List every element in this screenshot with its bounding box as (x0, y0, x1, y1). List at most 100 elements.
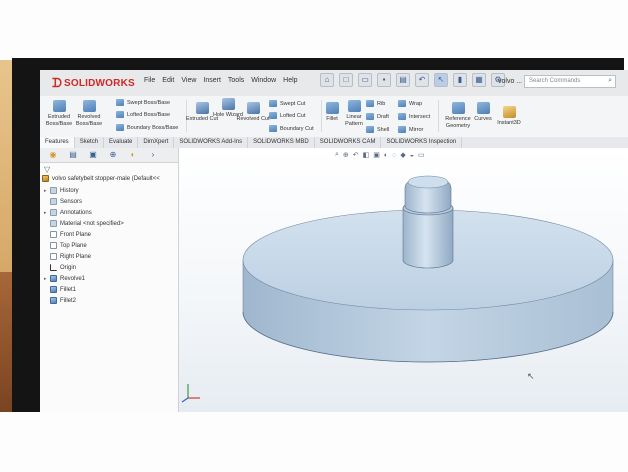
shell-button[interactable]: Shell (366, 126, 389, 133)
tab-inspection[interactable]: SOLIDWORKS Inspection (381, 137, 463, 148)
search-commands-box[interactable]: Search Commands ⌕ (524, 75, 616, 88)
revolved-boss-button[interactable]: Revolved Boss/Base (72, 100, 106, 127)
print-icon[interactable]: ▤ (396, 73, 410, 87)
instant3d-button[interactable]: Instant3D (492, 106, 526, 127)
revolve-icon (50, 275, 57, 282)
lofted-boss-icon (116, 111, 124, 118)
tree-item-material[interactable]: Material <not specified> (44, 220, 124, 227)
lofted-boss-button[interactable]: Lofted Boss/Base (116, 111, 170, 118)
mirror-icon (398, 126, 406, 133)
tree-item-right-plane[interactable]: Right Plane (44, 253, 91, 260)
filter-icon[interactable]: ▽ (44, 165, 50, 174)
tab-cam[interactable]: SOLIDWORKS CAM (315, 137, 382, 148)
extruded-boss-button[interactable]: Extruded Boss/Base (42, 100, 76, 127)
file-properties-icon[interactable]: ▦ (472, 73, 486, 87)
reference-geometry-icon (451, 102, 465, 114)
panel-more-icon[interactable]: › (146, 150, 160, 160)
tree-item-revolve1[interactable]: ▸ Revolve1 (44, 275, 85, 282)
tab-evaluate[interactable]: Evaluate (104, 137, 139, 148)
dimxpert-manager-tab-icon[interactable]: ⊕ (106, 150, 120, 160)
history-icon (50, 187, 57, 194)
draft-icon (366, 113, 374, 120)
tab-features[interactable]: Features (40, 137, 75, 148)
wall-background-bottom (0, 412, 628, 472)
quick-access-toolbar: ⌂ □ ▭ ▪ ▤ ↶ ↖ ▮ ▦ ⚙ (320, 73, 510, 87)
instant3d-icon (502, 106, 516, 118)
coordinate-triad-icon (181, 384, 200, 403)
display-manager-tab-icon[interactable]: ◐ (126, 150, 140, 160)
title-bar: ᗪ SOLIDWORKS File Edit View Insert Tools… (40, 70, 628, 97)
tab-addins[interactable]: SOLIDWORKS Add-Ins (174, 137, 249, 148)
menu-window[interactable]: Window (251, 77, 276, 84)
material-icon (50, 220, 57, 227)
select-pointer-icon[interactable]: ↖ (434, 73, 448, 87)
part-model[interactable] (179, 148, 628, 412)
home-icon[interactable]: ⌂ (320, 73, 334, 87)
plane-icon (50, 242, 57, 249)
fillet-icon (50, 297, 57, 304)
curves-icon (476, 102, 490, 114)
undo-icon[interactable]: ↶ (415, 73, 429, 87)
menu-file[interactable]: File (144, 77, 155, 84)
intersect-button[interactable]: Intersect (398, 113, 430, 120)
graphics-area[interactable]: ⌕ ⊕ ↶ ◧ ▣ ◐ ◌ ◆ ◒ ▭ (179, 148, 628, 412)
wrap-button[interactable]: Wrap (398, 100, 422, 107)
tab-mbd[interactable]: SOLIDWORKS MBD (248, 137, 315, 148)
revolved-cut-icon (246, 102, 260, 114)
boundary-boss-icon (116, 124, 124, 131)
tab-sketch[interactable]: Sketch (75, 137, 105, 148)
linear-pattern-icon (347, 100, 361, 112)
search-placeholder: Search Commands (529, 78, 581, 84)
tree-item-history[interactable]: ▸ History (44, 187, 79, 194)
draft-button[interactable]: Draft (366, 113, 389, 120)
menu-help[interactable]: Help (283, 77, 297, 84)
sensors-icon (50, 198, 57, 205)
part-document-icon (42, 175, 49, 182)
menu-edit[interactable]: Edit (162, 77, 174, 84)
tree-item-sensors[interactable]: Sensors (44, 198, 82, 205)
boundary-cut-button[interactable]: Boundary Cut (269, 125, 314, 132)
tree-item-front-plane[interactable]: Front Plane (44, 231, 91, 238)
solidworks-logo[interactable]: ᗪ SOLIDWORKS (52, 75, 135, 91)
panel-tabs: ◉ ▤ ▣ ⊕ ◐ › (40, 148, 178, 163)
tree-item-fillet1[interactable]: Fillet1 (44, 286, 76, 293)
solidworks-window: ᗪ SOLIDWORKS File Edit View Insert Tools… (40, 70, 628, 412)
search-icon[interactable]: ⌕ (608, 77, 612, 85)
menu-tools[interactable]: Tools (228, 77, 244, 84)
rebuild-icon[interactable]: ▮ (453, 73, 467, 87)
swept-boss-button[interactable]: Swept Boss/Base (116, 99, 170, 106)
configuration-manager-tab-icon[interactable]: ▣ (86, 150, 100, 160)
swept-cut-icon (269, 100, 277, 107)
rib-button[interactable]: Rib (366, 100, 385, 107)
menu-view[interactable]: View (181, 77, 196, 84)
peg-head-top (407, 175, 449, 189)
feature-manager-panel: ◉ ▤ ▣ ⊕ ◐ › ▽ volvo safetybelt stopper-m… (40, 148, 179, 412)
new-document-icon[interactable]: □ (339, 73, 353, 87)
peg-cylinder (402, 207, 454, 269)
menu-bar: File Edit View Insert Tools Window Help (144, 77, 305, 84)
feature-manager-tab-icon[interactable]: ◉ (46, 150, 60, 160)
lofted-cut-button[interactable]: Lofted Cut (269, 112, 305, 119)
mouse-cursor-icon: ↖ (527, 371, 535, 381)
tree-root[interactable]: volvo safetybelt stopper-male (Default<< (42, 175, 160, 182)
photo-of-monitor: ᗪ SOLIDWORKS File Edit View Insert Tools… (0, 0, 628, 472)
tree-item-origin[interactable]: Origin (44, 264, 76, 271)
boundary-boss-button[interactable]: Boundary Boss/Base (116, 124, 178, 131)
shell-icon (366, 126, 374, 133)
revolved-cut-button[interactable]: Revolved Cut (236, 102, 270, 123)
hole-wizard-icon (221, 98, 235, 110)
extruded-cut-icon (195, 102, 209, 114)
swept-cut-button[interactable]: Swept Cut (269, 100, 305, 107)
tree-item-fillet2[interactable]: Fillet2 (44, 297, 76, 304)
open-icon[interactable]: ▭ (358, 73, 372, 87)
tab-dimxpert[interactable]: DimXpert (138, 137, 175, 148)
save-icon[interactable]: ▪ (377, 73, 391, 87)
document-name: volvo ... (498, 78, 523, 85)
tree-item-annotations[interactable]: ▸ Annotations (44, 209, 92, 216)
mirror-button[interactable]: Mirror (398, 126, 423, 133)
property-manager-tab-icon[interactable]: ▤ (66, 150, 80, 160)
tree-item-top-plane[interactable]: Top Plane (44, 242, 87, 249)
annotations-icon (50, 209, 57, 216)
menu-insert[interactable]: Insert (203, 77, 221, 84)
fillet-icon (50, 286, 57, 293)
